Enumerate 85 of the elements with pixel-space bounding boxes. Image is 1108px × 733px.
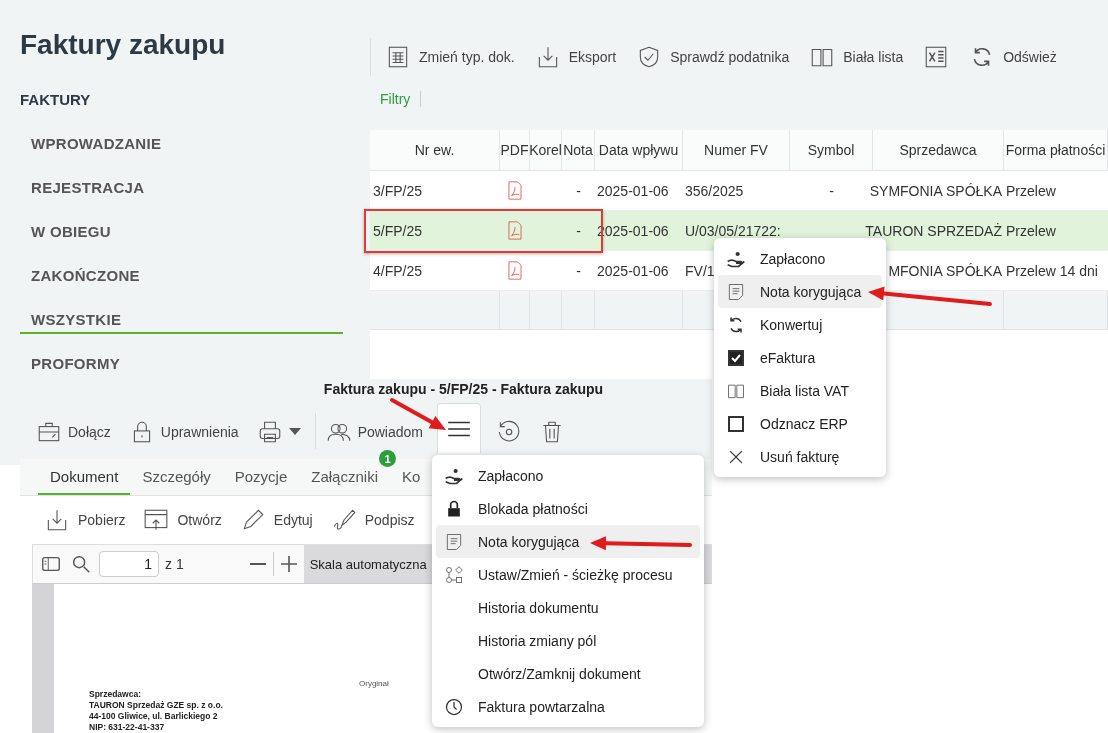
document-text: 44-100 Gliwice, ul. Barlickiego 2	[89, 711, 218, 722]
table-cell: 5/FP/25	[373, 222, 423, 239]
page-title: Faktury zakupu	[20, 28, 226, 62]
table-cell: 356/2025	[685, 182, 744, 199]
toolbar-button[interactable]: Odśwież	[969, 44, 1057, 70]
menu-item[interactable]: Faktura powtarzalna	[436, 690, 700, 723]
menu-item[interactable]: Nota korygująca	[718, 275, 882, 308]
menu-item[interactable]: Blokada płatności	[436, 492, 700, 525]
toolbar-button[interactable]: Podpisz	[330, 507, 415, 533]
plus-icon	[280, 556, 297, 572]
sidebar-item[interactable]: W OBIEGU	[20, 223, 343, 246]
toolbar-button[interactable]: Uprawnienia	[124, 409, 243, 453]
menu-item[interactable]: Odznacz ERP	[718, 407, 882, 440]
zoom-out-button[interactable]	[248, 562, 267, 566]
table-cell: Przelew 14 dni	[1006, 262, 1098, 279]
menu-item[interactable]: Otwórz/Zamknij dokument	[436, 657, 700, 690]
clock-icon	[444, 696, 464, 717]
column-header[interactable]: Sprzedawca	[873, 130, 1004, 171]
menu-item[interactable]: Historia zmiany pól	[436, 624, 700, 657]
menu-item[interactable]: eFaktura	[718, 341, 882, 374]
page-count: z 1	[165, 556, 184, 572]
tab[interactable]: Dokument	[38, 459, 131, 495]
toolbar-button[interactable]: Eksport	[534, 44, 617, 70]
toolbar-button[interactable]: Sprawdź podatnika	[636, 44, 790, 70]
tab[interactable]: Szczegóły	[130, 459, 223, 495]
process-icon	[444, 564, 464, 585]
page-number-field[interactable]: 1	[99, 551, 159, 577]
document-icon	[726, 281, 746, 302]
table-cell: 4/FP/25	[373, 262, 423, 279]
toolbar-button[interactable]: Powiadom	[321, 409, 427, 453]
column-header[interactable]: Data wpływu	[595, 130, 683, 171]
column-header[interactable]: Numer FV	[683, 130, 790, 171]
table-cell: -	[829, 182, 834, 199]
toolbar-button[interactable]: Zmień typ. dok.	[385, 44, 515, 70]
table-cell: U/03/05/21722:	[685, 222, 781, 239]
document-text: Sprzedawca:	[89, 689, 141, 700]
table-cell: TAURON SPRZEDAŻ	[865, 222, 1002, 239]
search-icon	[70, 553, 92, 575]
sidebar-item[interactable]: PROFORMY	[20, 355, 343, 378]
table-cell: 2025-01-06	[597, 262, 669, 279]
table-cell: FV/1	[685, 262, 715, 279]
menu-item[interactable]: Usuń fakturę	[718, 440, 882, 473]
tab[interactable]: Pozycje	[222, 459, 300, 495]
stamp-label: Oryginał	[359, 679, 389, 688]
sidebar-item[interactable]: ZAKOŃCZONE	[20, 267, 343, 290]
column-header[interactable]: Symbol	[790, 130, 873, 171]
table-cell: -	[576, 262, 581, 279]
toolbar-button[interactable]: Otwórz	[143, 507, 222, 533]
menu-item[interactable]: Zapłacono	[436, 459, 700, 492]
table-cell: SYMFONIA SPÓŁKA	[869, 182, 1002, 199]
table-cell: MFONIA SPÓŁKA	[888, 262, 1002, 279]
window-title: Faktura zakupu - 5/FP/25 - Faktura zakupu	[323, 381, 604, 397]
toolbar-button[interactable]: Edytuj	[239, 507, 313, 533]
column-header[interactable]: Forma płatności	[1004, 130, 1108, 171]
column-header[interactable]: Korel	[530, 130, 562, 171]
column-header[interactable]: PDF	[500, 130, 530, 171]
table-cell: 3/FP/25	[373, 182, 423, 199]
sidebar-item[interactable]: REJESTRACJA	[20, 179, 343, 202]
column-header[interactable]: Nota	[562, 130, 595, 171]
document-text: NIP: 631-22-41-337	[89, 722, 165, 733]
table-cell: -	[576, 222, 581, 239]
toolbar-button[interactable]	[437, 403, 481, 453]
toolbar-button[interactable]: Dołącz	[32, 409, 115, 453]
toolbar-button[interactable]: Pobierz	[44, 507, 126, 533]
checkbox[interactable]	[728, 349, 744, 366]
minus-icon	[249, 563, 266, 565]
document-text: TAURON Sprzedaż GZE sp. z o.o.	[89, 700, 223, 711]
sidebar-item[interactable]: WPROWADZANIE	[20, 135, 343, 158]
menu-item[interactable]: Historia dokumentu	[436, 591, 700, 624]
sidebar-item[interactable]: WSZYSTKIE	[20, 311, 343, 334]
section-heading: FAKTURY	[20, 91, 91, 109]
table-cell: 2025-01-06	[597, 182, 669, 199]
window-icon	[143, 507, 170, 533]
table-cell: Przelew	[1006, 182, 1056, 199]
table-cell: Przelew	[1006, 222, 1056, 239]
column-header[interactable]: Nr ew.	[370, 130, 500, 171]
zoom-in-button[interactable]	[279, 555, 298, 573]
menu-item[interactable]: Konwertuj	[718, 308, 882, 341]
menu-item[interactable]: Ustaw/Zmień - ścieżkę procesu	[436, 558, 700, 591]
document-icon	[444, 531, 464, 552]
table-cell: -	[576, 182, 581, 199]
toolbar-button[interactable]: Biała lista	[809, 44, 904, 70]
checkbox[interactable]	[728, 415, 744, 432]
menu-item[interactable]: Biała lista VAT	[718, 374, 882, 407]
menu-item[interactable]: Nota korygująca	[436, 525, 700, 558]
